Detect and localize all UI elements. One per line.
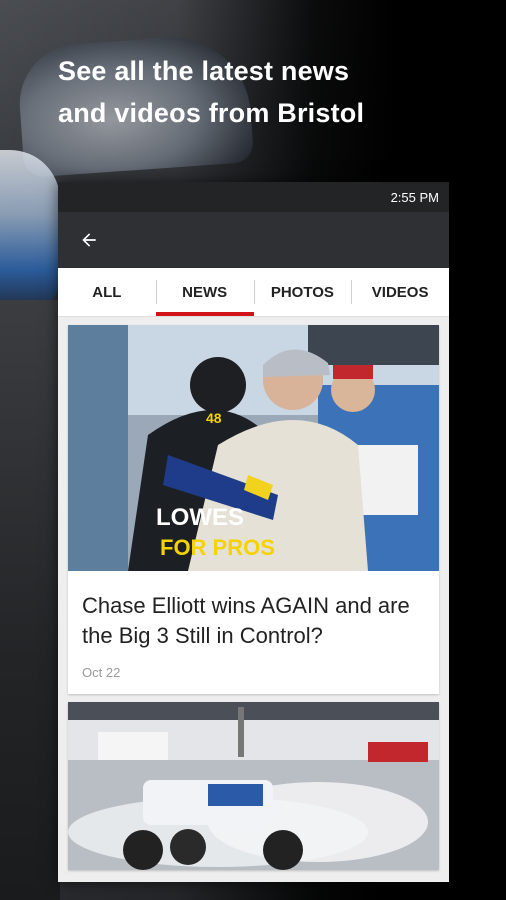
tab-label: NEWS xyxy=(182,283,228,301)
tab-all[interactable]: ALL xyxy=(58,268,156,316)
tab-label: PHOTOS xyxy=(270,283,334,301)
article-photo xyxy=(68,702,439,870)
sponsor-text: FOR PROS xyxy=(160,535,275,560)
phone-screen: 2:55 PM ALL NEWS PHOTOS VIDEOS 48 LOWES … xyxy=(58,182,449,882)
promo-headline-line2: and videos from Bristol xyxy=(58,98,365,128)
back-button[interactable] xyxy=(76,227,102,253)
article-title: Chase Elliott wins AGAIN and are the Big… xyxy=(82,593,410,648)
sponsor-text: LOWES xyxy=(156,504,244,531)
tab-videos[interactable]: VIDEOS xyxy=(351,268,449,316)
status-time: 2:55 PM xyxy=(390,189,439,205)
track-surface xyxy=(0,300,60,900)
status-bar: 2:55 PM xyxy=(58,182,449,212)
promo-headline: See all the latest news and videos from … xyxy=(58,50,478,134)
car-number-text: 48 xyxy=(206,410,222,426)
article-date: Oct 22 xyxy=(82,665,121,680)
tab-news[interactable]: NEWS xyxy=(155,268,254,316)
tab-photos[interactable]: PHOTOS xyxy=(253,268,352,316)
tab-label: ALL xyxy=(92,283,122,301)
news-card[interactable] xyxy=(68,702,439,870)
promo-headline-line1: See all the latest news xyxy=(58,56,350,86)
news-card[interactable]: 48 LOWES FOR PROS Chase Elliott wins AGA… xyxy=(68,325,439,694)
category-tabs: ALL NEWS PHOTOS VIDEOS xyxy=(58,268,449,317)
race-car-silhouette xyxy=(0,150,60,310)
tab-label: VIDEOS xyxy=(371,283,429,301)
arrow-left-icon xyxy=(82,233,96,247)
news-feed: 48 LOWES FOR PROS Chase Elliott wins AGA… xyxy=(58,317,449,870)
app-bar xyxy=(58,212,449,268)
article-photo: 48 LOWES FOR PROS xyxy=(68,325,439,571)
